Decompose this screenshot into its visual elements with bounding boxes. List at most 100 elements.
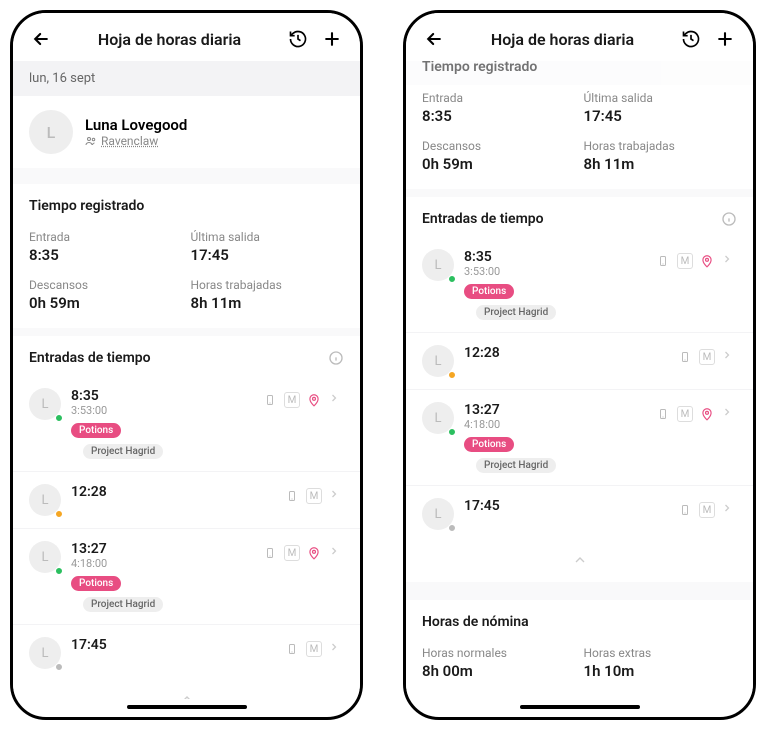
time-entry[interactable]: L 13:274:18:00 Potions Project Hagrid M (13, 529, 360, 625)
manual-icon: M (677, 253, 693, 269)
entry-meta-icons: M (262, 545, 344, 561)
tag-activity: Potions (464, 284, 514, 299)
chevron-right-icon (328, 392, 344, 408)
worked-value: 8h 11m (584, 155, 738, 173)
back-button[interactable] (29, 27, 53, 51)
entry-avatar: L (422, 498, 454, 530)
info-icon[interactable] (721, 211, 737, 227)
tag-project: Project Hagrid (83, 444, 163, 459)
worked-value: 8h 11m (191, 294, 345, 312)
entries-list: L8:353:53:00PotionsProject HagridML12:28… (13, 376, 360, 681)
location-icon (699, 406, 715, 422)
tag-project: Project Hagrid (476, 458, 556, 473)
time-entry[interactable]: L13:274:18:00PotionsProject HagridM (406, 390, 753, 486)
profile-card[interactable]: L Luna Lovegood Ravenclaw (13, 96, 360, 168)
entry-avatar: L (29, 541, 61, 573)
exit-time: 17:45 (191, 246, 345, 264)
collapse-button[interactable] (13, 681, 360, 699)
info-icon[interactable] (328, 350, 344, 366)
home-indicator (127, 705, 247, 709)
device-icon (677, 349, 693, 365)
time-entry[interactable]: L17:45M (13, 625, 360, 681)
status-dot (55, 510, 63, 518)
entry-duration: 4:18:00 (71, 557, 252, 570)
chevron-right-icon (721, 406, 737, 422)
profile-dept[interactable]: Ravenclaw (85, 134, 187, 148)
status-dot (448, 524, 456, 532)
time-entry[interactable]: L 12:28 M (13, 472, 360, 529)
entry-meta-icons: M (655, 406, 737, 422)
manual-icon: M (699, 502, 715, 518)
exit-time: 17:45 (584, 107, 738, 125)
registered-title: Tiempo registrado (406, 61, 753, 85)
add-button[interactable] (713, 27, 737, 51)
status-dot (55, 414, 63, 422)
entries-list: L8:353:53:00PotionsProject HagridML12:28… (406, 237, 753, 542)
avatar: L (29, 110, 73, 154)
date-label: lun, 16 sept (13, 61, 360, 96)
page-title: Hoja de horas diaria (63, 30, 276, 49)
manual-icon: M (306, 488, 322, 504)
manual-icon: M (306, 641, 322, 657)
profile-name: Luna Lovegood (85, 116, 187, 134)
page-title: Hoja de horas diaria (456, 30, 669, 49)
time-entry[interactable]: L8:353:53:00PotionsProject HagridM (13, 376, 360, 472)
people-icon (85, 135, 97, 147)
chevron-right-icon (721, 502, 737, 518)
tag-project: Project Hagrid (476, 305, 556, 320)
status-dot (448, 275, 456, 283)
entries-title: Entradas de tiempo (13, 336, 360, 376)
add-button[interactable] (320, 27, 344, 51)
expand-button[interactable] (406, 696, 753, 699)
manual-icon: M (699, 349, 715, 365)
payroll-title: Horas de nómina (406, 600, 753, 640)
entry-avatar: L (29, 484, 61, 516)
entry-time: 17:45 (464, 498, 667, 514)
manual-icon: M (284, 545, 300, 561)
chevron-right-icon (721, 253, 737, 269)
entry-duration: 4:18:00 (464, 418, 645, 431)
device-icon (655, 253, 671, 269)
entry-meta-icons: M (262, 392, 344, 408)
tag-project: Project Hagrid (83, 597, 163, 612)
history-icon[interactable] (286, 27, 310, 51)
breaks-value: 0h 59m (422, 155, 576, 173)
extra-hours: 1h 10m (584, 662, 738, 680)
phone-right: Hoja de horas diaria Tiempo registrado E… (403, 10, 756, 720)
entry-duration: 3:53:00 (71, 404, 252, 417)
time-entry[interactable]: L12:28M (406, 333, 753, 390)
app-header: Hoja de horas diaria (406, 13, 753, 61)
scroll-content[interactable]: lun, 16 sept L Luna Lovegood Ravenclaw T… (13, 61, 360, 699)
scroll-content[interactable]: Tiempo registrado Entrada8:35 Última sal… (406, 61, 753, 699)
home-indicator (520, 705, 640, 709)
history-icon[interactable] (679, 27, 703, 51)
chevron-right-icon (328, 545, 344, 561)
time-entry[interactable]: L 17:45 M (406, 486, 753, 542)
entry-avatar: L (422, 345, 454, 377)
location-icon (306, 392, 322, 408)
tag-activity: Potions (71, 423, 121, 438)
entry-meta-icons: M (677, 349, 737, 365)
back-button[interactable] (422, 27, 446, 51)
chevron-right-icon (328, 641, 344, 657)
entry-time: 8:35 (29, 246, 183, 264)
entry-time: 8:35 (464, 249, 645, 265)
entry-time: 12:28 (71, 484, 274, 500)
status-dot (448, 428, 456, 436)
status-dot (55, 663, 63, 671)
chevron-up-icon (179, 691, 195, 699)
collapse-button[interactable] (406, 542, 753, 582)
entries-title: Entradas de tiempo (406, 197, 753, 237)
tag-activity: Potions (71, 576, 121, 591)
entry-avatar: L (422, 402, 454, 434)
normal-hours: 8h 00m (422, 662, 576, 680)
device-icon (284, 641, 300, 657)
entry-meta-icons: M (655, 253, 737, 269)
entry-time: 13:27 (71, 541, 252, 557)
chevron-up-icon (572, 552, 588, 568)
registered-stats: Entrada8:35 Última salida17:45 Descansos… (406, 85, 753, 189)
chevron-right-icon (328, 488, 344, 504)
chevron-right-icon (721, 349, 737, 365)
entry-avatar: L (422, 249, 454, 281)
time-entry[interactable]: L8:353:53:00PotionsProject HagridM (406, 237, 753, 333)
